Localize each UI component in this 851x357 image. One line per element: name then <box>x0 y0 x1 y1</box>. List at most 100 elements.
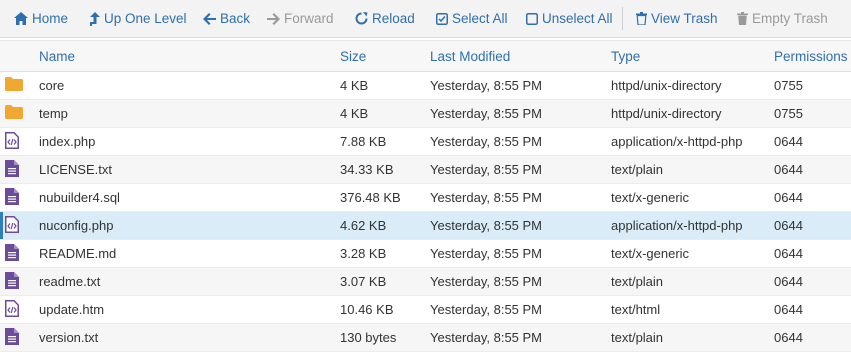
file-row[interactable]: index.php 7.88 KB Yesterday, 8:55 PM applic… <box>0 127 851 156</box>
reload-label: Reload <box>372 11 415 26</box>
empty-trash-label: Empty Trash <box>752 11 828 26</box>
file-permissions: 0644 <box>774 295 851 324</box>
file-last-modified: Yesterday, 8:55 PM <box>430 127 611 156</box>
file-size: 10.46 KB <box>340 295 430 324</box>
file-icon-cell <box>0 211 39 240</box>
text-file-icon <box>5 271 39 292</box>
file-permissions: 0644 <box>774 127 851 156</box>
file-icon-cell <box>0 71 39 100</box>
view-trash-button[interactable]: View Trash <box>636 0 718 37</box>
arrow-left-icon <box>203 12 216 25</box>
reload-button[interactable]: Reload <box>355 0 415 37</box>
file-last-modified: Yesterday, 8:55 PM <box>430 295 611 324</box>
file-size: 3.28 KB <box>340 239 430 268</box>
file-permissions: 0644 <box>774 155 851 184</box>
check-square-icon <box>436 12 448 25</box>
unselect-all-button[interactable]: Unselect All <box>526 0 613 37</box>
file-row[interactable]: LICENSE.txt 34.33 KB Yesterday, 8:55 PM tex… <box>0 155 851 184</box>
view-trash-label: View Trash <box>651 11 718 26</box>
file-icon-cell <box>0 99 39 128</box>
file-manager-toolbar: Home Up One Level Back Forward Reload Se… <box>0 0 851 38</box>
file-type: text/plain <box>611 323 774 352</box>
home-label: Home <box>32 11 69 26</box>
file-name: nuconfig.php <box>39 211 340 240</box>
forward-button[interactable]: Forward <box>267 0 334 37</box>
unselect-all-label: Unselect All <box>542 11 613 26</box>
file-row[interactable]: update.htm 10.46 KB Yesterday, 8:55 PM text… <box>0 295 851 324</box>
file-row[interactable]: version.txt 130 bytes Yesterday, 8:55 PM te… <box>0 323 851 352</box>
square-icon <box>526 12 538 25</box>
file-icon-cell <box>0 267 39 296</box>
file-size: 130 bytes <box>340 323 430 352</box>
trash-icon <box>636 12 647 25</box>
home-button[interactable]: Home <box>14 0 68 37</box>
file-icon-cell <box>0 295 39 324</box>
file-permissions: 0644 <box>774 323 851 352</box>
file-icon-cell <box>0 155 39 184</box>
text-file-icon <box>5 327 39 348</box>
file-name: core <box>39 71 340 100</box>
code-file-icon <box>5 131 39 152</box>
file-row[interactable]: core 4 KB Yesterday, 8:55 PM httpd/unix-dir… <box>0 71 851 100</box>
column-size[interactable]: Size <box>340 40 430 72</box>
up-one-level-button[interactable]: Up One Level <box>90 0 187 37</box>
column-icon <box>0 40 39 72</box>
file-last-modified: Yesterday, 8:55 PM <box>430 211 611 240</box>
reload-icon <box>355 12 368 25</box>
file-name: update.htm <box>39 295 340 324</box>
column-name[interactable]: Name <box>39 40 340 72</box>
column-type[interactable]: Type <box>611 40 774 72</box>
file-name: index.php <box>39 127 340 156</box>
file-icon-cell <box>0 323 39 352</box>
text-file-icon <box>5 243 39 264</box>
file-permissions: 0644 <box>774 239 851 268</box>
file-permissions: 0644 <box>774 211 851 240</box>
file-size: 7.88 KB <box>340 127 430 156</box>
file-type: httpd/unix-directory <box>611 71 774 100</box>
back-button[interactable]: Back <box>203 0 250 37</box>
arrow-right-icon <box>267 12 280 25</box>
file-row[interactable]: README.md 3.28 KB Yesterday, 8:55 PM text/x… <box>0 239 851 268</box>
select-all-label: Select All <box>452 11 508 26</box>
column-last-modified[interactable]: Last Modified <box>430 40 611 72</box>
file-size: 4 KB <box>340 71 430 100</box>
level-up-icon <box>90 11 100 26</box>
file-permissions: 0644 <box>774 267 851 296</box>
file-type: text/plain <box>611 267 774 296</box>
trash-icon <box>737 12 748 25</box>
back-label: Back <box>220 11 251 26</box>
file-size: 376.48 KB <box>340 183 430 212</box>
file-row[interactable]: nubuilder4.sql 376.48 KB Yesterday, 8:55 P… <box>0 183 851 212</box>
file-permissions: 0755 <box>774 71 851 100</box>
file-type: application/x-httpd-php <box>611 127 774 156</box>
file-last-modified: Yesterday, 8:55 PM <box>430 323 611 352</box>
file-row[interactable]: temp 4 KB Yesterday, 8:55 PM httpd/unix-dir… <box>0 99 851 128</box>
file-row[interactable]: nuconfig.php 4.62 KB Yesterday, 8:55 PM app… <box>0 211 851 240</box>
file-last-modified: Yesterday, 8:55 PM <box>430 71 611 100</box>
file-type: text/x-generic <box>611 239 774 268</box>
file-permissions: 0644 <box>774 183 851 212</box>
file-last-modified: Yesterday, 8:55 PM <box>430 155 611 184</box>
file-type: httpd/unix-directory <box>611 99 774 128</box>
file-row[interactable]: readme.txt 3.07 KB Yesterday, 8:55 PM text/… <box>0 267 851 296</box>
code-file-icon <box>5 299 39 320</box>
file-icon-cell <box>0 127 39 156</box>
file-list: Name Size Last Modified Type Permissions… <box>0 40 851 352</box>
file-last-modified: Yesterday, 8:55 PM <box>430 267 611 296</box>
file-name: README.md <box>39 239 340 268</box>
text-file-icon <box>5 187 39 208</box>
file-name: version.txt <box>39 323 340 352</box>
home-icon <box>14 12 28 25</box>
empty-trash-button[interactable]: Empty Trash <box>737 0 828 37</box>
file-name: temp <box>39 99 340 128</box>
file-icon-cell <box>0 183 39 212</box>
file-last-modified: Yesterday, 8:55 PM <box>430 99 611 128</box>
file-name: LICENSE.txt <box>39 155 340 184</box>
text-file-icon <box>5 159 39 180</box>
file-size: 34.33 KB <box>340 155 430 184</box>
file-list-header: Name Size Last Modified Type Permissions <box>0 40 851 72</box>
select-all-button[interactable]: Select All <box>436 0 508 37</box>
file-icon-cell <box>0 239 39 268</box>
up-one-level-label: Up One Level <box>104 11 187 26</box>
column-permissions[interactable]: Permissions <box>774 40 851 72</box>
